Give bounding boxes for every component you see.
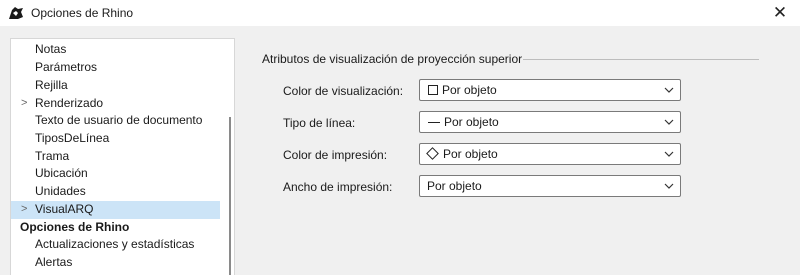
close-button[interactable]: ✕ xyxy=(760,0,800,26)
print-color-diamond-icon xyxy=(426,147,439,160)
display-color-dropdown[interactable]: Por objeto xyxy=(419,79,681,101)
close-icon: ✕ xyxy=(772,3,788,22)
color-swatch-square-icon xyxy=(428,85,438,95)
chevron-right-icon[interactable]: > xyxy=(21,95,27,112)
tree-item-actualizaciones[interactable]: Actualizaciones y estadísticas xyxy=(11,236,220,254)
tree-item-label: Ubicación xyxy=(35,166,88,180)
tree-item-renderizado[interactable]: > Renderizado xyxy=(11,95,220,113)
tree-item-visualarq[interactable]: > VisualARQ xyxy=(11,201,220,219)
display-color-label: Color de visualización: xyxy=(283,84,404,98)
dropdown-value: Por objeto xyxy=(443,147,498,161)
chevron-down-icon xyxy=(664,119,674,125)
tree-item-trama[interactable]: Trama xyxy=(11,148,220,166)
tree-item-ubicacion[interactable]: Ubicación xyxy=(11,165,220,183)
tree-item-label: Opciones de Rhino xyxy=(20,220,130,234)
print-width-label: Ancho de impresión: xyxy=(283,180,393,194)
rhino-app-icon xyxy=(7,4,25,22)
tree-item-parametros[interactable]: Parámetros xyxy=(11,59,220,77)
chevron-down-icon xyxy=(664,151,674,157)
tree-item-label: Notas xyxy=(35,42,67,56)
dropdown-value: Por objeto xyxy=(427,179,482,193)
title-bar: Opciones de Rhino ✕ xyxy=(0,0,800,26)
tree-item-unidades[interactable]: Unidades xyxy=(11,183,220,201)
dropdown-value: Por objeto xyxy=(442,83,497,97)
tree-scrollbar[interactable] xyxy=(229,117,231,275)
chevron-down-icon xyxy=(664,87,674,93)
chevron-right-icon[interactable]: > xyxy=(21,201,27,218)
print-width-dropdown[interactable]: Por objeto xyxy=(419,175,681,197)
tree-item-label: VisualARQ xyxy=(35,202,94,216)
tree-item-label: Alertas xyxy=(35,255,73,269)
tree-item-label: Renderizado xyxy=(35,96,104,110)
tree-item-label: Parámetros xyxy=(35,60,98,74)
dropdown-value: Por objeto xyxy=(444,115,499,129)
group-title: Atributos de visualización de proyección… xyxy=(262,52,523,66)
tree-item-texto-usuario[interactable]: Texto de usuario de documento xyxy=(11,112,220,130)
print-color-dropdown[interactable]: Por objeto xyxy=(419,143,681,165)
tree-item-label: Actualizaciones y estadísticas xyxy=(35,237,195,251)
window-title: Opciones de Rhino xyxy=(31,6,134,20)
settings-panel: Atributos de visualización de proyección… xyxy=(248,38,800,275)
tree-item-label: TiposDeLínea xyxy=(35,131,110,145)
tree-item-alertas[interactable]: Alertas xyxy=(11,254,220,272)
tree-item-notas[interactable]: Notas xyxy=(11,41,220,59)
tree-item-label: Trama xyxy=(35,149,70,163)
linetype-label: Tipo de línea: xyxy=(283,116,356,130)
chevron-down-icon xyxy=(664,183,674,189)
tree-item-tipos-de-linea[interactable]: TiposDeLínea xyxy=(11,130,220,148)
print-color-label: Color de impresión: xyxy=(283,148,388,162)
options-tree[interactable]: Notas Parámetros Rejilla > Renderizado T… xyxy=(10,38,235,275)
linetype-swatch-icon xyxy=(428,122,440,123)
group-divider xyxy=(523,59,759,60)
tree-item-rejilla[interactable]: Rejilla xyxy=(11,77,220,95)
tree-item-label: Unidades xyxy=(35,184,86,198)
tree-item-label: Rejilla xyxy=(35,78,68,92)
linetype-dropdown[interactable]: Por objeto xyxy=(419,111,681,133)
tree-item-opciones-de-rhino[interactable]: Opciones de Rhino xyxy=(11,219,220,237)
tree-item-label: Texto de usuario de documento xyxy=(35,113,203,127)
